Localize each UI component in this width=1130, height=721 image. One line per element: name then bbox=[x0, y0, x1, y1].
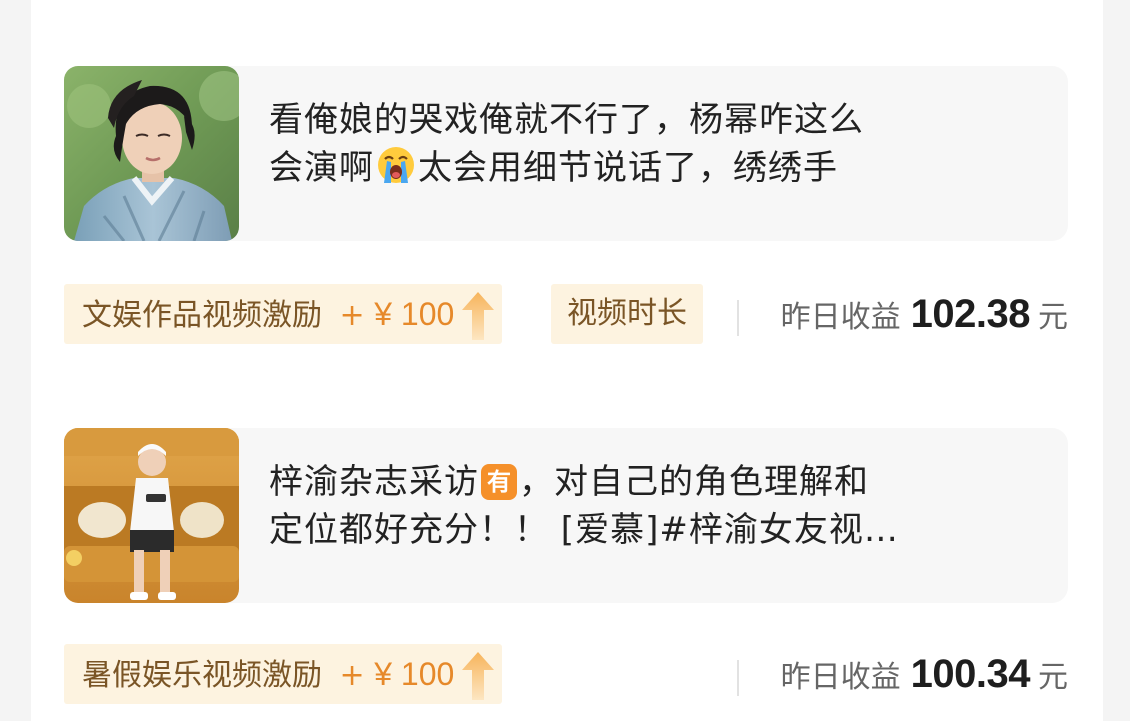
yesterday-earnings: 昨日收益 102.38 元 bbox=[781, 284, 1068, 344]
post-text-segment: 梓渝杂志采访 bbox=[269, 462, 479, 502]
post-text-line-2: 会演啊 太会用细节说话了，绣绣手 bbox=[269, 144, 1029, 192]
incentive-tag-label: 暑假娱乐视频激励 bbox=[82, 658, 322, 693]
video-thumbnail[interactable] bbox=[64, 428, 239, 603]
video-thumbnail[interactable] bbox=[64, 66, 239, 241]
video-earnings-item: 看俺娘的哭戏俺就不行了，杨幂咋这么 会演啊 太会用细节说话了，绣绣手 文娱作品视… bbox=[64, 66, 1068, 344]
earnings-label: 昨日收益 bbox=[780, 660, 901, 695]
incentive-plus: + bbox=[339, 298, 365, 333]
video-earnings-item: 梓渝杂志采访有，对自己的角色理解和 定位都好充分！！ [爱慕]#梓渝女友视… 暑… bbox=[64, 428, 1068, 704]
video-preview-card[interactable]: 看俺娘的哭戏俺就不行了，杨幂咋这么 会演啊 太会用细节说话了，绣绣手 bbox=[64, 66, 1068, 241]
incentive-amount: ¥ 100 bbox=[374, 656, 455, 692]
earnings-label: 昨日收益 bbox=[780, 300, 901, 335]
post-text-line-1: 梓渝杂志采访有，对自己的角色理解和 bbox=[269, 458, 1029, 506]
earnings-amount: 100.34 bbox=[910, 652, 1031, 696]
incentive-tag[interactable]: 文娱作品视频激励 + ¥ 100 bbox=[64, 284, 503, 344]
post-text-line-2: 定位都好充分！！ [爱慕]#梓渝女友视… bbox=[269, 510, 899, 550]
post-text[interactable]: 看俺娘的哭戏俺就不行了，杨幂咋这么 会演啊 太会用细节说话了，绣绣手 bbox=[269, 96, 1029, 226]
divider bbox=[737, 300, 739, 336]
earnings-unit: 元 bbox=[1038, 660, 1068, 695]
video-preview-card[interactable]: 梓渝杂志采访有，对自己的角色理解和 定位都好充分！！ [爱慕]#梓渝女友视… bbox=[64, 428, 1068, 603]
loudly-crying-face-icon bbox=[378, 147, 414, 183]
incentive-plus: + bbox=[339, 658, 365, 693]
divider bbox=[737, 660, 739, 696]
video-duration-tag[interactable]: 视频时长 bbox=[551, 284, 703, 344]
incentive-amount: ¥ 100 bbox=[374, 296, 455, 332]
post-text-segment: 会演啊 bbox=[269, 148, 374, 188]
thumbnail-image-interview bbox=[64, 428, 239, 603]
yesterday-earnings: 昨日收益 100.34 元 bbox=[781, 644, 1068, 704]
you-badge: 有 bbox=[481, 464, 517, 500]
up-arrow-icon bbox=[462, 652, 495, 700]
page: 看俺娘的哭戏俺就不行了，杨幂咋这么 会演啊 太会用细节说话了，绣绣手 文娱作品视… bbox=[0, 0, 1130, 721]
post-text-segment: ，对自己的角色理解和 bbox=[519, 462, 869, 502]
post-text-segment: 太会用细节说话了，绣绣手 bbox=[418, 148, 838, 188]
post-text-line-1: 看俺娘的哭戏俺就不行了，杨幂咋这么 bbox=[269, 100, 864, 140]
post-text[interactable]: 梓渝杂志采访有，对自己的角色理解和 定位都好充分！！ [爱慕]#梓渝女友视… bbox=[269, 458, 1029, 588]
incentive-tag-label: 文娱作品视频激励 bbox=[82, 298, 322, 333]
earnings-amount: 102.38 bbox=[910, 292, 1031, 336]
thumbnail-image-actress bbox=[64, 66, 239, 241]
earnings-row: 文娱作品视频激励 + ¥ 100 视频时长 昨日收益 102.38 元 bbox=[64, 284, 1068, 344]
earnings-unit: 元 bbox=[1038, 300, 1068, 335]
incentive-tag[interactable]: 暑假娱乐视频激励 + ¥ 100 bbox=[64, 644, 503, 704]
up-arrow-icon bbox=[462, 292, 495, 340]
earnings-row: 暑假娱乐视频激励 + ¥ 100 昨日收益 100.34 元 bbox=[64, 644, 1068, 704]
